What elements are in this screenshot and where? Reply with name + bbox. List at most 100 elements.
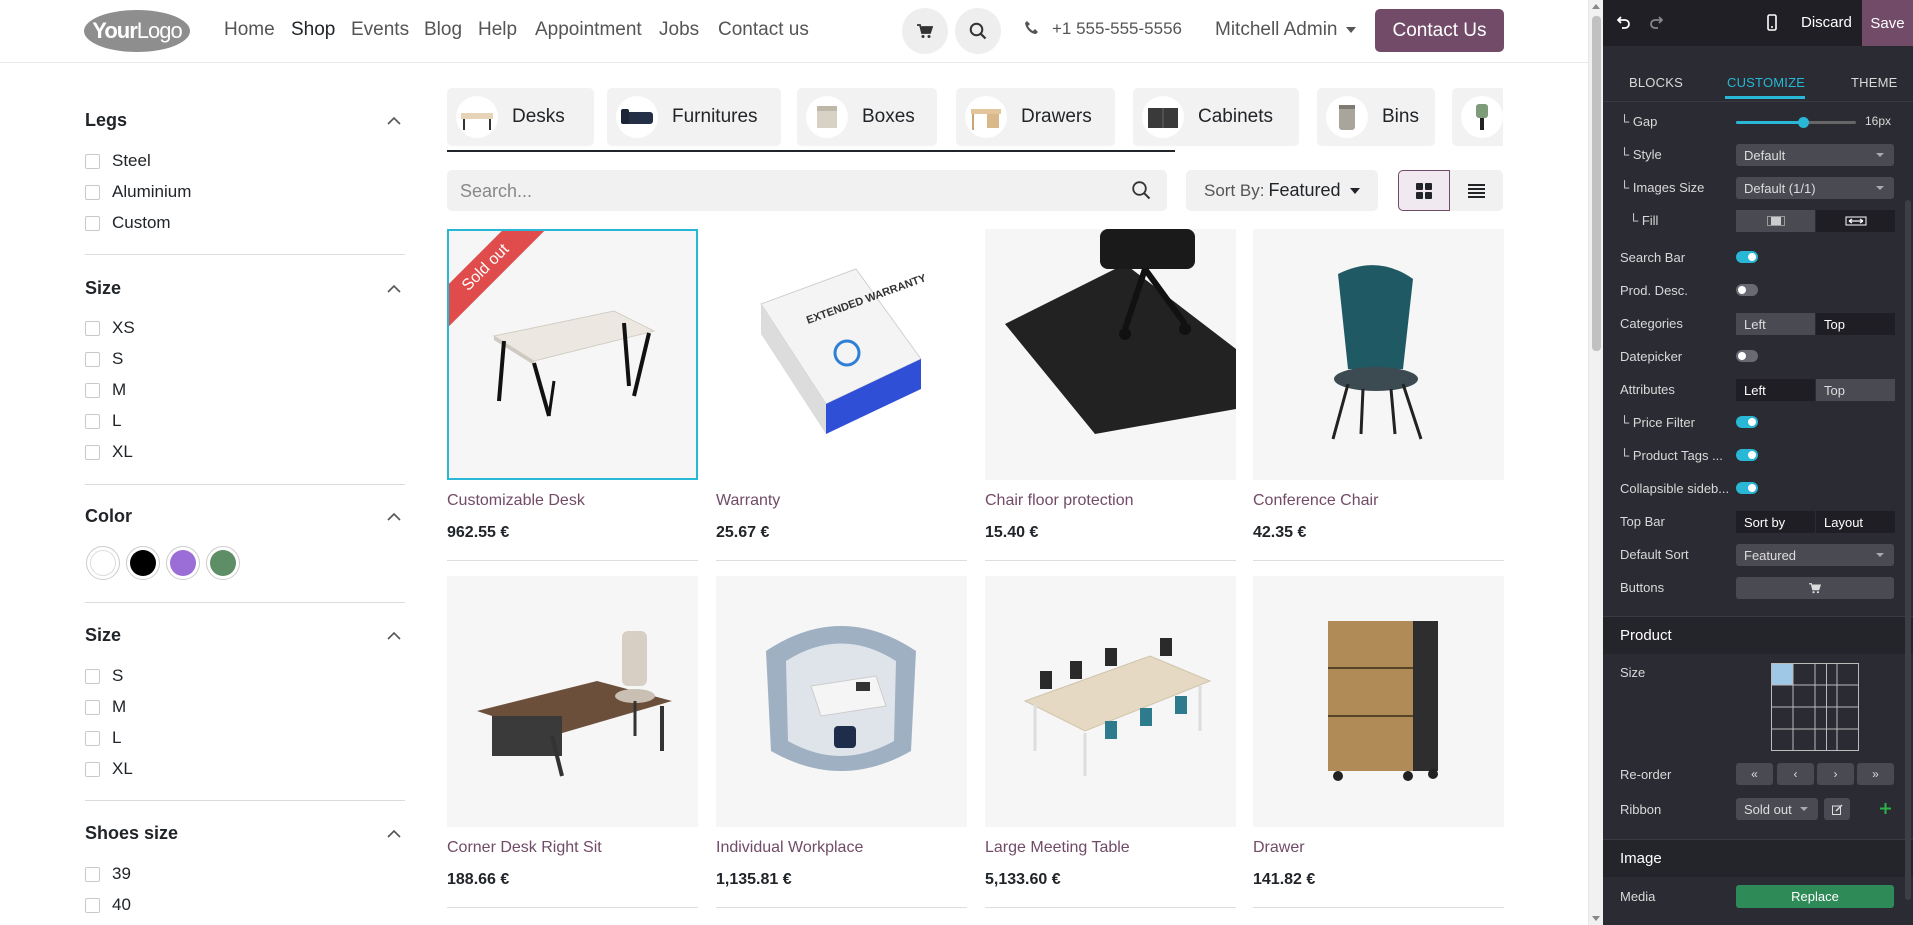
- chevron-up-icon[interactable]: [387, 631, 401, 640]
- product-card[interactable]: Corner Desk Right Sit 188.66 €: [447, 576, 698, 908]
- page-scrollbar[interactable]: [1588, 0, 1603, 925]
- images-size-select[interactable]: Default (1/1): [1736, 177, 1894, 199]
- top-bar-sort-option[interactable]: Sort by: [1736, 511, 1815, 533]
- checkbox[interactable]: [85, 153, 100, 169]
- editor-scrollbar[interactable]: [1905, 200, 1911, 900]
- product-name[interactable]: Large Meeting Table: [985, 839, 1130, 857]
- user-menu[interactable]: Mitchell Admin: [1215, 19, 1338, 41]
- product-name[interactable]: Drawer: [1253, 839, 1305, 857]
- product-image[interactable]: Sold out: [447, 229, 698, 480]
- nav-appointment[interactable]: Appointment: [535, 19, 642, 41]
- scroll-down-arrow-icon[interactable]: [1592, 916, 1600, 921]
- undo-icon[interactable]: [1617, 15, 1631, 29]
- collapsible-sidebar-toggle[interactable]: [1736, 482, 1758, 494]
- color-swatch-purple[interactable]: [166, 546, 200, 580]
- product-card[interactable]: Drawer 141.82 €: [1253, 576, 1504, 908]
- search-bar-toggle[interactable]: [1736, 251, 1758, 263]
- filter-option-l[interactable]: L: [85, 728, 121, 748]
- filter-option-40[interactable]: 40: [85, 895, 131, 915]
- chevron-up-icon[interactable]: [387, 284, 401, 293]
- replace-media-button[interactable]: Replace: [1736, 885, 1894, 908]
- move-last-button[interactable]: »: [1857, 763, 1894, 785]
- redo-icon[interactable]: [1649, 15, 1663, 29]
- filter-option-xs[interactable]: XS: [85, 318, 135, 338]
- search-icon[interactable]: [1131, 180, 1151, 200]
- prod-desc-toggle[interactable]: [1736, 284, 1758, 296]
- attributes-top-option[interactable]: Top: [1816, 379, 1895, 401]
- filter-option-s[interactable]: S: [85, 666, 123, 686]
- filter-option-s[interactable]: S: [85, 349, 123, 369]
- datepicker-toggle[interactable]: [1736, 350, 1758, 362]
- checkbox[interactable]: [85, 413, 100, 429]
- nav-contact-us[interactable]: Contact us: [718, 19, 809, 41]
- attributes-left-option[interactable]: Left: [1736, 379, 1815, 401]
- grid-layout-button[interactable]: [1398, 170, 1450, 211]
- color-swatch-black[interactable]: [126, 546, 160, 580]
- save-button[interactable]: Save: [1862, 0, 1913, 46]
- filter-option-custom[interactable]: Custom: [85, 213, 171, 233]
- search-toggle-button[interactable]: [955, 8, 1001, 54]
- product-name[interactable]: Individual Workplace: [716, 839, 863, 857]
- move-first-button[interactable]: «: [1736, 763, 1773, 785]
- add-ribbon-icon[interactable]: [1880, 803, 1891, 814]
- nav-blog[interactable]: Blog: [424, 19, 462, 41]
- product-image[interactable]: [447, 576, 698, 827]
- category-desks[interactable]: Desks: [447, 88, 594, 146]
- product-name[interactable]: Warranty: [716, 492, 780, 510]
- filter-title-size[interactable]: Size: [85, 625, 121, 646]
- filter-title-size[interactable]: Size: [85, 278, 121, 299]
- color-swatch-white[interactable]: [86, 546, 120, 580]
- chevron-up-icon[interactable]: [387, 829, 401, 838]
- product-card[interactable]: Chair floor protection 15.40 €: [985, 229, 1236, 561]
- nav-jobs[interactable]: Jobs: [659, 19, 699, 41]
- product-card[interactable]: Sold out Customizable Desk 962.55 €: [447, 229, 698, 561]
- category-furnitures[interactable]: Furnitures: [607, 88, 781, 146]
- product-image[interactable]: EXTENDED WARRANTY: [716, 229, 967, 480]
- filter-option-xl[interactable]: XL: [85, 442, 133, 462]
- product-search-input[interactable]: Search...: [447, 170, 1167, 211]
- discard-button[interactable]: Discard: [1801, 14, 1852, 31]
- edit-ribbon-button[interactable]: [1824, 798, 1850, 820]
- price-filter-toggle[interactable]: [1736, 416, 1758, 428]
- product-size-grid-outline[interactable]: [1771, 663, 1859, 751]
- categories-left-option[interactable]: Left: [1736, 313, 1815, 335]
- category-boxes[interactable]: Boxes: [797, 88, 937, 146]
- filter-option-steel[interactable]: Steel: [85, 151, 151, 171]
- product-name[interactable]: Customizable Desk: [447, 492, 585, 510]
- checkbox[interactable]: [85, 444, 100, 460]
- sort-dropdown[interactable]: Sort By: Featured: [1186, 170, 1378, 211]
- category-drawers[interactable]: Drawers: [956, 88, 1115, 146]
- scroll-thumb[interactable]: [1592, 16, 1601, 351]
- nav-help[interactable]: Help: [478, 19, 517, 41]
- mobile-preview-icon[interactable]: [1767, 14, 1777, 31]
- checkbox[interactable]: [85, 184, 100, 200]
- checkbox[interactable]: [85, 866, 100, 882]
- checkbox[interactable]: [85, 320, 100, 336]
- gap-slider-handle[interactable]: [1798, 117, 1809, 128]
- checkbox[interactable]: [85, 382, 100, 398]
- filter-option-l[interactable]: L: [85, 411, 121, 431]
- style-select[interactable]: Default: [1736, 144, 1894, 166]
- product-name[interactable]: Chair floor protection: [985, 492, 1134, 510]
- product-tags-toggle[interactable]: [1736, 449, 1758, 461]
- ribbon-select[interactable]: Sold out: [1736, 798, 1818, 820]
- checkbox[interactable]: [85, 351, 100, 367]
- checkbox[interactable]: [85, 730, 100, 746]
- scroll-up-arrow-icon[interactable]: [1592, 4, 1600, 9]
- product-card[interactable]: Large Meeting Table 5,133.60 €: [985, 576, 1236, 908]
- checkbox[interactable]: [85, 761, 100, 777]
- chevron-up-icon[interactable]: [387, 116, 401, 125]
- filter-option-39[interactable]: 39: [85, 864, 131, 884]
- filter-title-shoes-size[interactable]: Shoes size: [85, 823, 178, 844]
- checkbox[interactable]: [85, 897, 100, 913]
- checkbox[interactable]: [85, 699, 100, 715]
- category-more[interactable]: [1452, 88, 1503, 146]
- site-logo[interactable]: Your Logo: [84, 10, 190, 52]
- filter-option-m[interactable]: M: [85, 697, 126, 717]
- fill-contain-option[interactable]: [1736, 210, 1815, 232]
- nav-home[interactable]: Home: [224, 19, 275, 41]
- categories-top-option[interactable]: Top: [1816, 313, 1895, 335]
- filter-title-legs[interactable]: Legs: [85, 110, 127, 131]
- buttons-cart-option[interactable]: [1736, 577, 1894, 599]
- filter-title-color[interactable]: Color: [85, 506, 132, 527]
